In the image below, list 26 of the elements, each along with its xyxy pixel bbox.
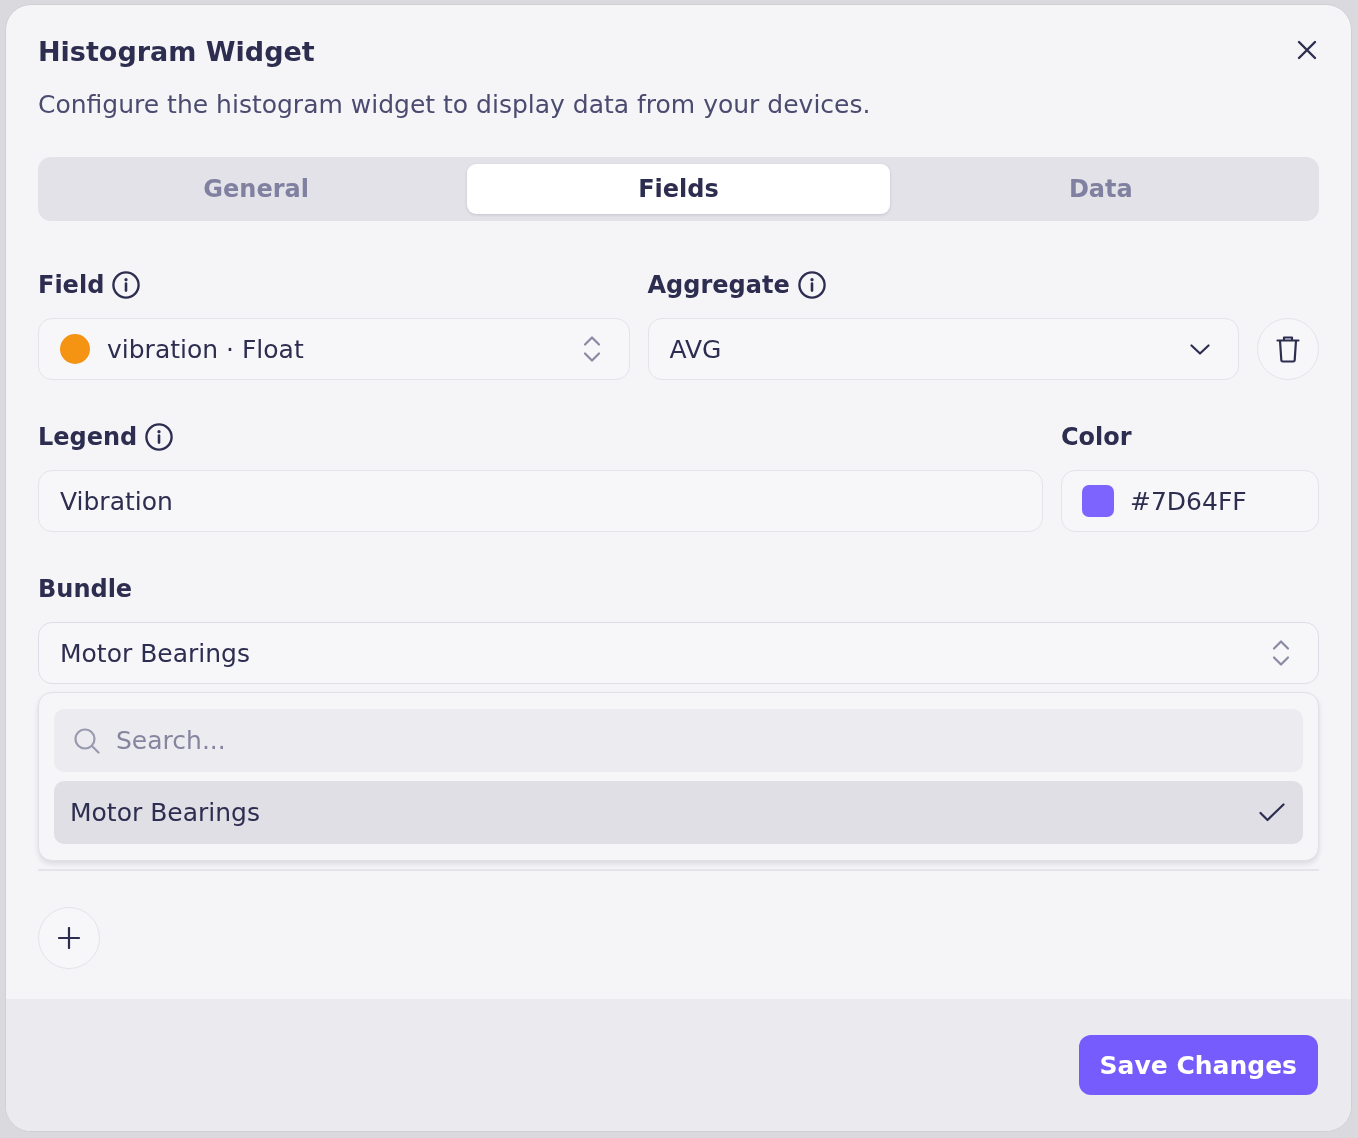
info-icon[interactable] bbox=[797, 271, 826, 299]
field-label: Aggregate bbox=[647, 270, 790, 300]
plus-icon bbox=[58, 927, 80, 949]
close-icon[interactable] bbox=[1297, 40, 1317, 60]
tab[interactable]: Fields bbox=[467, 164, 890, 214]
dialog-description: Configure the histogram widget to display data from your devices. bbox=[38, 89, 872, 121]
search-icon bbox=[74, 727, 100, 754]
dropdown-option[interactable]: Motor Bearings bbox=[54, 781, 1303, 844]
chevron-up-down-icon bbox=[1272, 639, 1290, 667]
chevron-up-down-icon bbox=[582, 335, 601, 363]
trash-icon bbox=[1276, 335, 1300, 363]
field-label: Field bbox=[38, 270, 105, 300]
combobox[interactable]: Motor Bearings bbox=[38, 622, 1319, 684]
chevron-down-icon bbox=[1190, 343, 1210, 355]
check-icon bbox=[1259, 803, 1285, 822]
info-icon[interactable] bbox=[112, 271, 141, 299]
text-field[interactable]: Vibration bbox=[38, 470, 1043, 532]
field-label: Bundle bbox=[38, 574, 133, 604]
color-field[interactable]: #7D64FF bbox=[1061, 470, 1319, 532]
dialog-title: Histogram Widget bbox=[38, 35, 315, 69]
combobox[interactable]: vibration · Float bbox=[38, 318, 630, 380]
field-label: Color bbox=[1061, 422, 1132, 452]
info-icon[interactable] bbox=[145, 423, 174, 451]
field-label: Legend bbox=[38, 422, 138, 452]
dropdown[interactable]: AVG bbox=[647, 318, 1239, 380]
save-button[interactable]: Save Changes bbox=[1078, 1035, 1318, 1095]
